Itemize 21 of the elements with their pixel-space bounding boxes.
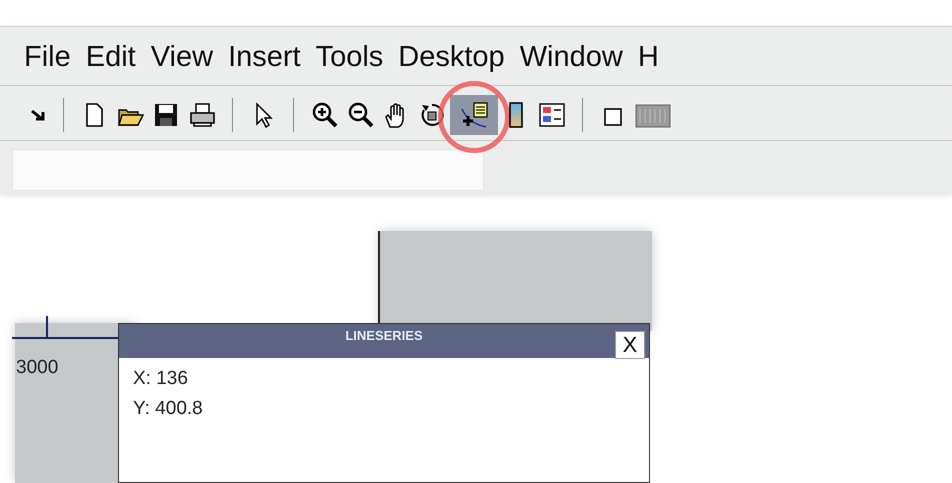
legend-icon: [538, 101, 566, 129]
menu-item[interactable]: Window: [520, 39, 623, 85]
zoom-out-icon: [346, 101, 374, 129]
data-tip-title: LINESERIES: [345, 327, 423, 345]
menu-item[interactable]: Desktop: [398, 39, 505, 85]
floppy-icon: [152, 101, 180, 129]
menu-item[interactable]: Insert: [228, 39, 301, 85]
menu-item[interactable]: File: [24, 39, 71, 85]
arrow-icon: [30, 109, 45, 121]
menu-item[interactable]: Edit: [86, 39, 136, 85]
close-button[interactable]: X: [615, 331, 645, 359]
data-tip-text: X: 136: [133, 367, 189, 391]
menu-item[interactable]: H: [638, 39, 659, 85]
menu-item[interactable]: Tools: [316, 39, 384, 85]
zoom-in-icon: [310, 101, 338, 129]
toolbar-button[interactable]: [450, 95, 498, 135]
printer-icon: [188, 101, 216, 129]
data-tip-text: Y: 400.8: [133, 397, 204, 421]
data-cursor-icon: [460, 101, 488, 129]
menu-item[interactable]: View: [150, 39, 214, 85]
tick-label: 3000: [16, 357, 58, 379]
